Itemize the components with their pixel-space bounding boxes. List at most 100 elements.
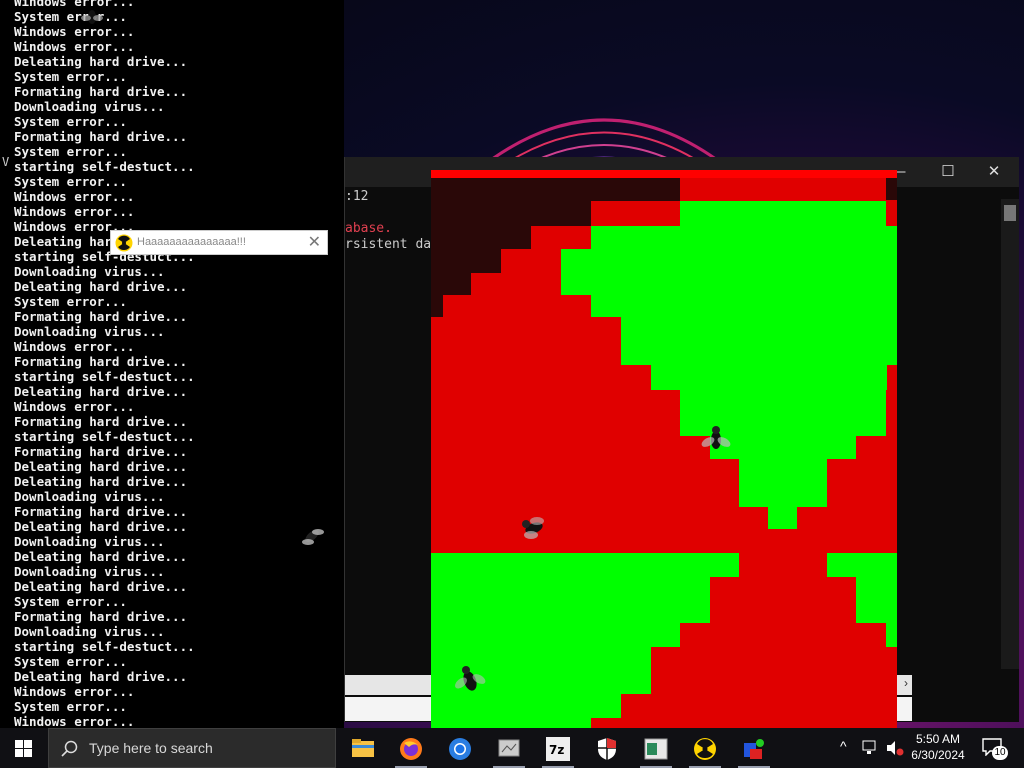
window-icon xyxy=(644,738,668,760)
console-line: System error... xyxy=(14,654,127,669)
stray-char: V xyxy=(2,155,10,169)
console-line: Downloading virus... xyxy=(14,624,165,639)
folder-icon xyxy=(352,739,374,757)
console-line: Deleating hard drive... xyxy=(14,519,188,534)
console-line: Windows error... xyxy=(14,39,135,54)
console-line: System error... xyxy=(14,594,127,609)
console-line: Windows error... xyxy=(14,339,135,354)
search-placeholder: Type here to search xyxy=(89,740,213,756)
dark-region xyxy=(431,201,591,226)
green-region xyxy=(431,577,710,623)
taskbar-app-window[interactable] xyxy=(634,732,678,768)
notification-center-button[interactable]: 10 xyxy=(980,736,1008,762)
taskbar-chrome[interactable] xyxy=(438,732,482,768)
console-line: Downloading virus... xyxy=(14,489,165,504)
green-region xyxy=(431,553,739,577)
console-line: Formating hard drive... xyxy=(14,609,188,624)
volume-muted-icon[interactable] xyxy=(886,740,904,756)
dark-region xyxy=(431,226,531,249)
green-region xyxy=(651,365,887,390)
dark-region xyxy=(431,295,443,317)
notification-count-badge: 10 xyxy=(992,746,1008,760)
firefox-icon xyxy=(400,738,422,760)
console-line: Formating hard drive... xyxy=(14,444,188,459)
console-line: Windows error... xyxy=(14,24,135,39)
console-line: System error... xyxy=(14,69,127,84)
green-region xyxy=(621,317,897,365)
dark-region xyxy=(431,249,501,273)
scroll-right-icon[interactable]: › xyxy=(904,676,908,690)
scroll-thumb[interactable] xyxy=(1004,205,1016,221)
console-line: starting self-destuct... xyxy=(14,429,195,444)
green-region xyxy=(856,577,897,623)
fly-icon xyxy=(81,10,103,24)
maximize-button[interactable]: ☐ xyxy=(925,157,971,187)
fly-icon xyxy=(302,529,324,545)
taskbar-file-explorer[interactable] xyxy=(341,732,385,768)
green-region xyxy=(591,295,897,317)
green-region xyxy=(768,507,797,529)
show-hidden-icons[interactable]: ^ xyxy=(840,738,847,754)
game-top-bar xyxy=(431,170,897,178)
taskbar-7zip[interactable]: 7z xyxy=(536,732,580,768)
console-line: Windows error... xyxy=(14,0,135,9)
close-button[interactable]: ✕ xyxy=(971,157,1017,187)
console-line: Deleating hard drive... xyxy=(14,549,188,564)
console-line: Downloading virus... xyxy=(14,534,165,549)
clock-date: 6/30/2024 xyxy=(911,748,965,762)
taskbar-firefox[interactable] xyxy=(389,732,433,768)
taskbar-security[interactable] xyxy=(585,732,629,768)
windows-logo-icon xyxy=(15,740,32,757)
system-clock[interactable]: 5:50 AM 6/30/2024 xyxy=(908,731,968,763)
taskbar: Type here to search 7z ^ 5:50 AM 6/30/20… xyxy=(0,728,1024,768)
close-icon[interactable]: ✕ xyxy=(308,232,321,252)
green-region xyxy=(591,226,897,249)
fly-icon xyxy=(701,426,731,449)
taskbar-search-box[interactable]: Type here to search xyxy=(48,728,336,768)
console-line: Downloading virus... xyxy=(14,564,165,579)
output-line: :12 xyxy=(345,189,369,204)
dark-region xyxy=(886,178,897,200)
console-line: System error... xyxy=(14,144,127,159)
green-region xyxy=(680,201,886,226)
green-region xyxy=(886,623,897,647)
shield-icon xyxy=(598,738,616,760)
console-line: System error... xyxy=(14,114,127,129)
console-line: Deleating hard drive... xyxy=(14,54,188,69)
network-icon[interactable] xyxy=(862,740,880,756)
green-region xyxy=(827,553,897,577)
console-line: Formating hard drive... xyxy=(14,309,188,324)
svg-text:7z: 7z xyxy=(549,743,564,757)
paint-icon xyxy=(744,739,764,759)
console-line: Formating hard drive... xyxy=(14,354,188,369)
console-line: Formating hard drive... xyxy=(14,504,188,519)
console-line: starting self-destuct... xyxy=(14,159,195,174)
console-line: Formating hard drive... xyxy=(14,414,188,429)
output-line: rsistent da xyxy=(345,237,432,252)
cmd-console-window[interactable]: Windows error... System error... Windows e… xyxy=(0,0,344,728)
vertical-scrollbar[interactable] xyxy=(1001,199,1019,669)
console-line: Windows error... xyxy=(14,204,135,219)
taskbar-app[interactable] xyxy=(487,732,531,768)
console-line: Deleating hard drive... xyxy=(14,669,188,684)
console-line: Windows error... xyxy=(14,714,135,728)
dark-region xyxy=(431,178,680,201)
start-button[interactable] xyxy=(0,728,48,768)
console-output: Windows error... System error... Windows e… xyxy=(14,0,195,728)
desktop: — ☐ ✕ :12 abase. rsistent da › Windows e… xyxy=(0,0,1024,728)
console-line: Downloading virus... xyxy=(14,99,165,114)
chrome-icon xyxy=(449,738,471,760)
taskbar-paint-app[interactable] xyxy=(732,732,776,768)
taskbar-radioactive-app[interactable] xyxy=(683,732,727,768)
console-line: System error... xyxy=(14,174,127,189)
application-icon xyxy=(498,739,520,757)
console-line: Windows error... xyxy=(14,684,135,699)
clock-time: 5:50 AM xyxy=(915,732,961,746)
green-region xyxy=(739,459,827,507)
console-line: Deleating hard drive... xyxy=(14,279,188,294)
haa-popup-window[interactable]: Haaaaaaaaaaaaaaa!!! ✕ xyxy=(110,230,328,255)
console-line: Deleating hard drive... xyxy=(14,384,188,399)
console-line: Downloading virus... xyxy=(14,324,165,339)
radioactive-icon xyxy=(694,738,716,760)
glitch-game-window[interactable] xyxy=(431,170,897,728)
